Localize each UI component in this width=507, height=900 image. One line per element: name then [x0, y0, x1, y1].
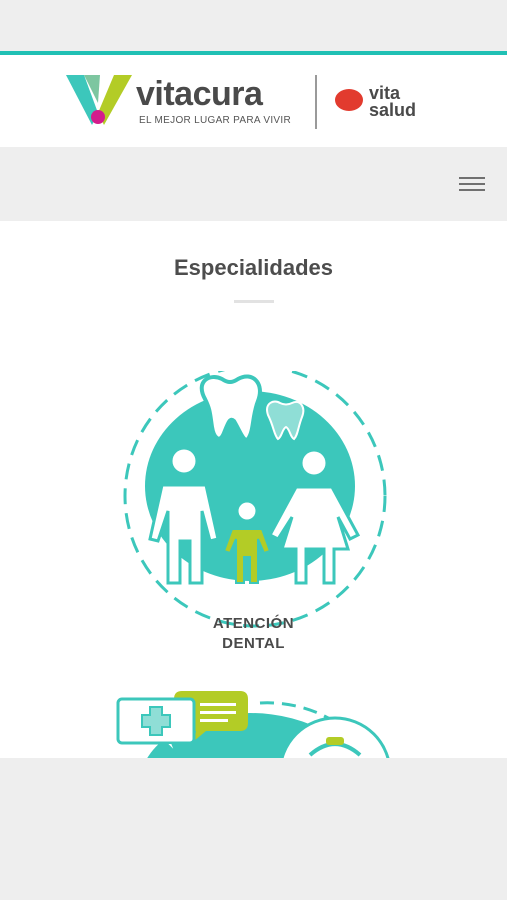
specialty-label-line2: DENTAL [222, 635, 285, 652]
partner-line2: salud [369, 100, 417, 120]
vitasalud-dot-icon [335, 89, 363, 111]
title-underline [234, 300, 274, 303]
medical-chat-icon[interactable] [110, 683, 400, 758]
page-title: Especialidades [174, 255, 333, 280]
page-footer-area [0, 758, 507, 900]
top-strip [0, 0, 507, 52]
hamburger-menu-icon[interactable] [456, 173, 488, 195]
logo-divider [315, 75, 317, 129]
partner-logo-text[interactable]: vita salud [369, 84, 417, 120]
vitacura-v-logo-icon [66, 75, 132, 125]
nav-bar [0, 147, 507, 221]
site-header: vitacura EL MEJOR LUGAR PARA VIVIR vita … [0, 55, 507, 147]
brand-tagline: EL MEJOR LUGAR PARA VIVIR [139, 115, 291, 126]
main-content: Especialidades ATENCIÓN DENTAL [0, 221, 507, 758]
specialty-label[interactable]: ATENCIÓN DENTAL [0, 614, 507, 654]
brand-name[interactable]: vitacura [136, 77, 263, 111]
specialty-label-line1: ATENCIÓN [212, 615, 295, 632]
